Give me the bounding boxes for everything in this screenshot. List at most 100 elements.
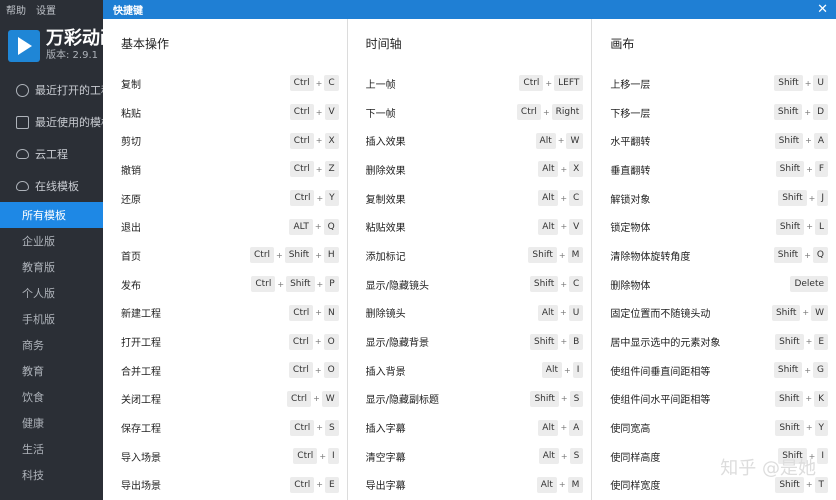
shortcut-row: 插入背景 Alt + I xyxy=(366,356,584,385)
shortcut-row: 上一帧 Ctrl + LEFT xyxy=(366,69,584,98)
shortcut-label: 新建工程 xyxy=(121,309,161,321)
category-item[interactable]: 饮食 xyxy=(0,384,103,410)
shortcut-row: 删除镜头 Alt + U xyxy=(366,299,584,328)
plus-separator: + xyxy=(316,279,324,289)
key-cap: Ctrl xyxy=(293,448,318,465)
key-cap: Delete xyxy=(790,276,829,293)
key-cap: I xyxy=(572,362,584,379)
key-combo: Alt + A xyxy=(538,419,584,436)
plus-separator: + xyxy=(315,250,322,260)
key-combo: Shift + F xyxy=(775,161,829,178)
shortcut-row: 新建工程 Ctrl + N xyxy=(121,299,339,328)
category-item[interactable]: 个人版 xyxy=(0,280,103,306)
plus-separator: + xyxy=(314,222,322,232)
close-icon[interactable]: ✕ xyxy=(817,2,828,17)
menu-cloud-projects[interactable]: 云工程 xyxy=(0,138,103,170)
key-cap: Shift xyxy=(774,390,804,407)
shortcut-row: 插入效果 Alt + W xyxy=(366,126,584,155)
shortcut-label: 关闭工程 xyxy=(121,395,161,407)
app-brand: 万彩动画 版本: 2.9.1 xyxy=(0,18,103,66)
key-combo: Shift + S xyxy=(530,390,584,407)
plus-separator: + xyxy=(542,107,550,117)
key-cap: U xyxy=(568,304,584,321)
cloud-template-icon xyxy=(16,181,29,191)
category-item[interactable]: 商务 xyxy=(0,332,103,358)
key-cap: L xyxy=(815,218,829,235)
shortcut-row: 复制效果 Alt + C xyxy=(366,184,584,213)
shortcut-row: 删除物体 Delete xyxy=(610,270,829,299)
key-cap: Shift xyxy=(773,247,803,264)
shortcut-label: 删除效果 xyxy=(365,165,406,177)
key-cap: E xyxy=(814,333,829,350)
category-item[interactable]: 教育版 xyxy=(0,254,103,280)
shortcut-row: 合并工程 Ctrl + O xyxy=(121,356,339,385)
shortcut-row: 使同宽高 Shift + Y xyxy=(610,413,829,442)
key-cap: Alt xyxy=(541,362,562,379)
shortcut-row: 删除效果 Alt + X xyxy=(366,155,584,184)
key-combo: Shift + Q xyxy=(773,247,829,264)
category-item[interactable]: 生活 xyxy=(0,436,103,462)
key-cap: Alt xyxy=(536,476,557,493)
key-cap: Shift xyxy=(530,390,559,407)
key-combo: Alt + S xyxy=(538,448,584,465)
shortcut-label: 居中显示选中的元素对象 xyxy=(610,338,721,350)
category-list: 所有模板 企业版 教育版 个人版 手机版 商务 教育 饮食 健康 生活 科技 xyxy=(0,202,103,488)
key-combo: Shift + Y xyxy=(775,419,829,436)
key-combo: Ctrl + LEFT xyxy=(519,75,584,92)
category-item[interactable]: 健康 xyxy=(0,410,103,436)
plus-separator: + xyxy=(315,78,323,88)
key-combo: Alt + U xyxy=(537,304,584,321)
key-combo: Shift + D xyxy=(773,104,829,121)
shortcut-label: 插入字幕 xyxy=(365,424,406,436)
watermark: 知乎 @是她 xyxy=(720,458,816,479)
plus-separator: + xyxy=(315,136,323,146)
app-logo-icon xyxy=(8,30,40,62)
key-cap: O xyxy=(323,333,339,350)
shortcut-label: 使同宽高 xyxy=(610,424,651,436)
shortcut-row: 插入字幕 Alt + A xyxy=(366,413,584,442)
menu-label: 最近打开的工程 xyxy=(35,84,103,97)
key-cap: W xyxy=(811,304,829,321)
key-combo: Alt + C xyxy=(538,190,584,207)
menu-online-templates[interactable]: 在线模板 xyxy=(0,170,103,202)
key-cap: V xyxy=(569,218,584,235)
key-cap: X xyxy=(569,161,584,178)
menu-recent-projects[interactable]: 最近打开的工程 xyxy=(0,74,103,106)
key-cap: Y xyxy=(325,190,339,207)
key-cap: V xyxy=(324,104,339,121)
shortcut-label: 保存工程 xyxy=(121,424,161,436)
category-item[interactable]: 手机版 xyxy=(0,306,103,332)
plus-separator: + xyxy=(314,365,322,375)
key-combo: Shift + B xyxy=(529,333,584,350)
key-cap: Ctrl xyxy=(289,132,314,149)
key-cap: E xyxy=(324,476,339,493)
shortcut-row: 上移一层 Shift + U xyxy=(610,69,829,98)
category-item[interactable]: 教育 xyxy=(0,358,103,384)
shortcut-row: 导出字幕 Alt + M xyxy=(366,471,584,500)
key-cap: W xyxy=(566,132,584,149)
shortcut-label: 使同样宽度 xyxy=(610,481,661,493)
key-combo: Ctrl + Y xyxy=(290,190,339,207)
shortcut-row: 显示/隐藏副标题 Shift + S xyxy=(366,385,584,414)
settings-menu[interactable]: 设置 xyxy=(36,2,56,17)
category-item[interactable]: 企业版 xyxy=(0,228,103,254)
shortcut-label: 粘贴 xyxy=(121,108,141,120)
category-item[interactable]: 所有模板 xyxy=(0,202,103,228)
key-cap: I xyxy=(817,448,829,465)
help-menu[interactable]: 帮助 xyxy=(6,2,26,17)
menu-recent-templates[interactable]: 最近使用的模板 xyxy=(0,106,103,138)
key-cap: Shift xyxy=(775,333,804,350)
key-combo: Ctrl + C xyxy=(289,75,339,92)
shortcut-label: 上一帧 xyxy=(365,79,396,91)
key-cap: C xyxy=(569,276,584,293)
category-item[interactable]: 科技 xyxy=(0,462,103,488)
key-cap: A xyxy=(569,419,584,436)
shortcut-row: 还原 Ctrl + Y xyxy=(121,184,339,213)
key-cap: H xyxy=(323,247,339,264)
shortcut-row: 粘贴效果 Alt + V xyxy=(366,212,584,241)
key-cap: Ctrl xyxy=(289,304,314,321)
app-version: 版本: 2.9.1 xyxy=(46,50,98,61)
key-cap: LEFT xyxy=(554,75,584,92)
app-name: 万彩动画 xyxy=(46,28,103,49)
key-combo: ALT + Q xyxy=(289,218,339,235)
